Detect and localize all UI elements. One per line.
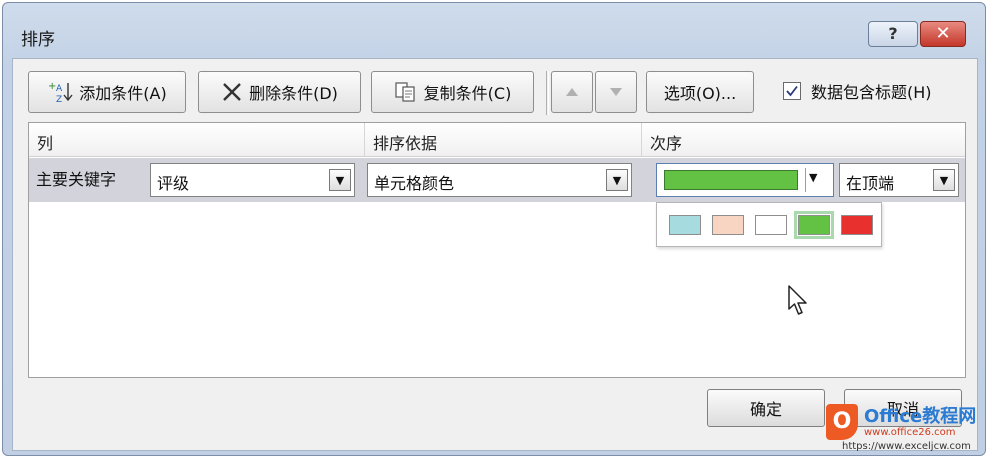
office-logo-icon: O bbox=[826, 404, 858, 440]
dialog-title: 排序 bbox=[21, 30, 55, 50]
has-headers-option[interactable]: 数据包含标题(H) bbox=[783, 79, 932, 103]
palette-color-swatch[interactable] bbox=[669, 215, 701, 235]
close-button[interactable]: ✕ bbox=[920, 21, 966, 47]
order-position-value: 在顶端 bbox=[846, 174, 895, 193]
palette-color-swatch[interactable] bbox=[794, 211, 834, 239]
options-button[interactable]: 选项(O)... bbox=[646, 71, 754, 113]
primary-key-label: 主要关键字 bbox=[36, 170, 117, 189]
triangle-down-icon bbox=[609, 87, 623, 97]
sort-on-select[interactable]: 单元格颜色 ▼ bbox=[367, 163, 632, 197]
help-icon: ? bbox=[888, 24, 898, 43]
copy-level-label: 复制条件(C) bbox=[423, 84, 512, 103]
watermark: O Office教程网 www.office26.com https://www… bbox=[822, 396, 982, 454]
toolbar-separator bbox=[546, 71, 549, 115]
grid-header: 列 排序依据 次序 bbox=[29, 123, 965, 157]
options-label: 选项(O)... bbox=[663, 84, 737, 103]
palette-color-swatch[interactable] bbox=[755, 215, 787, 235]
copy-icon bbox=[394, 81, 418, 103]
ok-label: 确定 bbox=[749, 400, 782, 419]
order-color-select[interactable]: ▼ bbox=[656, 163, 834, 197]
close-icon: ✕ bbox=[935, 23, 951, 44]
delete-x-icon bbox=[221, 81, 243, 103]
mouse-pointer-icon bbox=[787, 285, 809, 321]
add-level-label: 添加条件(A) bbox=[79, 84, 167, 103]
order-position-select[interactable]: 在顶端 ▼ bbox=[839, 163, 959, 197]
dialog-body: + A Z 添加条件(A) 删除条件(D) 复制条件(C) 选项(O)... 数… bbox=[12, 58, 978, 451]
help-button[interactable]: ? bbox=[868, 21, 918, 47]
move-up-button[interactable] bbox=[551, 71, 593, 113]
sort-levels-grid: 列 排序依据 次序 主要关键字 评级 ▼ 单元格颜色 ▼ ▼ 在顶端 ▼ bbox=[28, 122, 966, 378]
column-select-value: 评级 bbox=[157, 174, 190, 193]
chevron-down-icon[interactable]: ▼ bbox=[606, 169, 628, 191]
svg-text:A: A bbox=[56, 84, 63, 94]
color-palette-dropdown bbox=[656, 202, 882, 247]
header-column: 列 bbox=[37, 134, 54, 153]
header-sort-on: 排序依据 bbox=[373, 134, 438, 153]
watermark-title: Office教程网 bbox=[864, 406, 977, 427]
chevron-down-icon[interactable]: ▼ bbox=[933, 169, 955, 191]
chevron-down-icon[interactable]: ▼ bbox=[809, 171, 817, 184]
has-headers-checkbox[interactable] bbox=[783, 82, 801, 100]
sort-dialog: 排序 ? ✕ + A Z 添加条件(A) 删除条件(D) 复制条件(C) 选项(… bbox=[2, 2, 986, 456]
delete-level-button[interactable]: 删除条件(D) bbox=[198, 71, 361, 113]
chevron-down-icon[interactable]: ▼ bbox=[329, 169, 351, 191]
ok-button[interactable]: 确定 bbox=[707, 389, 825, 427]
copy-level-button[interactable]: 复制条件(C) bbox=[371, 71, 534, 113]
sort-on-select-value: 单元格颜色 bbox=[374, 174, 455, 193]
has-headers-label: 数据包含标题(H) bbox=[811, 83, 932, 102]
column-select[interactable]: 评级 ▼ bbox=[150, 163, 355, 197]
move-down-button[interactable] bbox=[595, 71, 637, 113]
watermark-url: www.office26.com bbox=[864, 427, 956, 438]
add-sort-icon: + A Z bbox=[47, 80, 73, 104]
svg-text:Z: Z bbox=[56, 95, 62, 104]
palette-color-swatch[interactable] bbox=[841, 215, 873, 235]
delete-level-label: 删除条件(D) bbox=[249, 84, 338, 103]
add-level-button[interactable]: + A Z 添加条件(A) bbox=[28, 71, 186, 113]
header-order: 次序 bbox=[650, 134, 683, 153]
checkmark-icon bbox=[786, 85, 798, 97]
watermark-url-secondary: https://www.exceljcw.com bbox=[842, 441, 971, 452]
header-divider bbox=[364, 123, 365, 157]
selected-color-swatch bbox=[664, 170, 798, 190]
triangle-up-icon bbox=[565, 87, 579, 97]
header-divider bbox=[641, 123, 642, 157]
combo-divider bbox=[805, 168, 806, 192]
palette-color-swatch[interactable] bbox=[712, 215, 744, 235]
